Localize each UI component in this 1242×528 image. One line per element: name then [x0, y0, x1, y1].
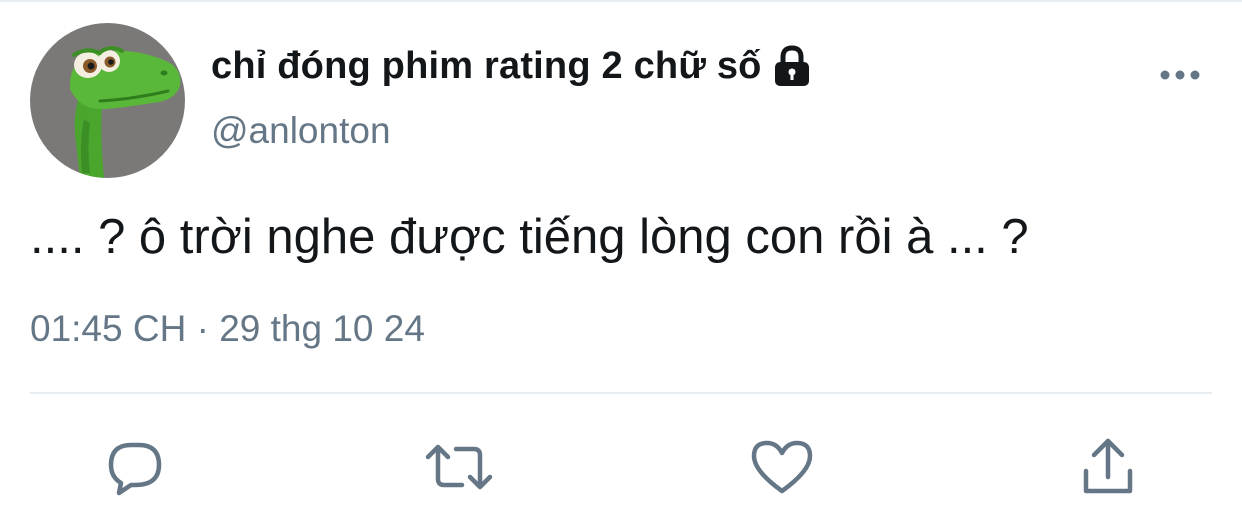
author-name-row: chỉ đóng phim rating 2 chữ số: [211, 40, 812, 92]
author-handle[interactable]: @anlonton: [211, 110, 391, 152]
more-options-icon[interactable]: [1152, 58, 1208, 92]
tweet-date[interactable]: 29 thg 10 24: [219, 308, 425, 349]
heart-icon: [751, 440, 813, 494]
top-divider: [0, 0, 1242, 2]
display-name[interactable]: chỉ đóng phim rating 2 chữ số: [211, 45, 762, 88]
reply-button[interactable]: [100, 432, 170, 502]
like-button[interactable]: [747, 432, 817, 502]
avatar[interactable]: [30, 23, 185, 178]
green-dinosaur-avatar-icon: [30, 23, 185, 178]
lock-icon: [772, 44, 812, 88]
reply-icon: [108, 442, 162, 496]
timestamp-separator: ·: [196, 308, 209, 349]
tweet-text: .... ? ô trời nghe được tiếng lòng con r…: [30, 210, 1029, 264]
share-button[interactable]: [1073, 432, 1143, 502]
retweet-button[interactable]: [424, 432, 494, 502]
retweet-icon: [425, 444, 493, 490]
action-bar: [0, 432, 1242, 502]
tweet-time[interactable]: 01:45 CH: [30, 308, 186, 349]
action-bar-divider: [30, 392, 1212, 394]
tweet-timestamp: 01:45 CH · 29 thg 10 24: [30, 308, 425, 350]
share-icon: [1083, 438, 1133, 494]
